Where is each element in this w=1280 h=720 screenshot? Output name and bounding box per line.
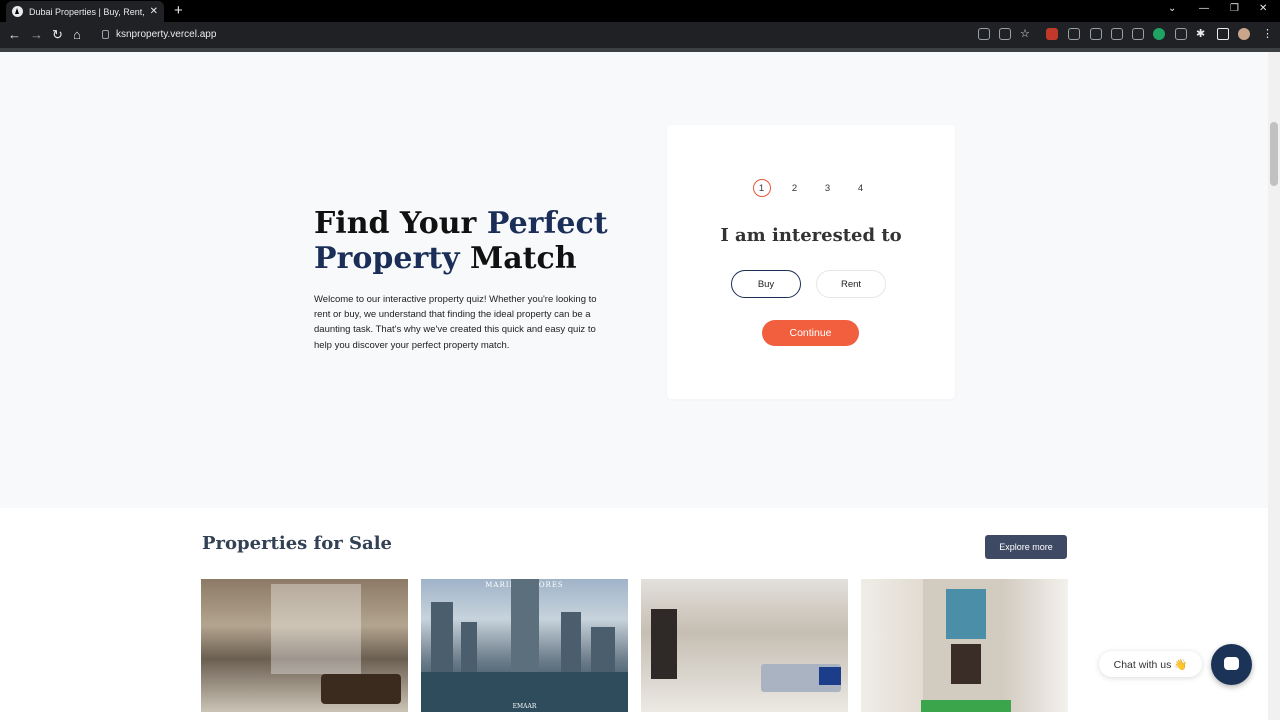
property-card-image[interactable] [201,579,408,712]
scrollbar-thumb[interactable] [1270,122,1278,186]
continue-button[interactable]: Continue [762,320,859,346]
browser-toolbar: ← → ↻ ⌂ ksnproperty.vercel.app ☆ ✱ ⋮ [0,22,1280,48]
sidebar-icon[interactable] [1217,28,1229,40]
grammarly-icon[interactable] [1153,28,1165,40]
site-favicon-icon [12,6,23,17]
quiz-step-2[interactable]: 2 [786,179,804,197]
window-shape [271,584,361,674]
bookmark-star-icon[interactable]: ☆ [1020,28,1032,40]
minimize-button[interactable]: — [1199,3,1209,14]
hero-section: Find Your Perfect Property Match Welcome … [0,52,1268,508]
restore-button[interactable]: ❐ [1230,3,1239,14]
glass-panel-shape [946,589,986,639]
quiz-step-4[interactable]: 4 [852,179,870,197]
buy-option-button[interactable]: Buy [731,270,801,298]
forward-icon[interactable]: → [30,27,43,43]
extension-icon[interactable] [1132,28,1144,40]
entry-door-shape [951,644,981,684]
property-card-image[interactable] [641,579,848,712]
home-icon[interactable]: ⌂ [73,27,81,43]
extension-icon[interactable] [1068,28,1080,40]
url-text: ksnproperty.vercel.app [116,29,217,40]
browser-tab[interactable]: Dubai Properties | Buy, Rent, and ✕ [6,1,164,22]
hero-title: Find Your Perfect Property Match [314,206,608,276]
grass-shape [921,700,1011,712]
explore-more-button[interactable]: Explore more [985,535,1067,559]
chat-with-us-label[interactable]: Chat with us 👋 [1099,651,1202,677]
share-icon[interactable] [999,28,1011,40]
tower-shape [461,622,477,672]
card-footer-text: EMAAR [512,703,537,710]
quiz-step-1[interactable]: 1 [752,179,771,197]
chat-launcher-button[interactable] [1211,644,1252,685]
hero-description: Welcome to our interactive property quiz… [314,294,597,351]
quiz-step-3[interactable]: 3 [819,179,837,197]
quiz-question: I am interested to [720,225,902,246]
translate-icon[interactable] [978,28,990,40]
tower-shape [431,602,453,672]
back-icon[interactable]: ← [8,27,21,43]
property-card-image[interactable] [861,579,1068,712]
extension-icon[interactable] [1111,28,1123,40]
tab-search-icon[interactable]: ⌄ [1168,3,1176,14]
quiz-steps: 1 2 3 4 [667,179,955,197]
profile-avatar[interactable] [1238,28,1250,40]
properties-for-sale-heading: Properties for Sale [202,533,393,554]
cushion-shape [819,667,841,685]
puzzle-icon[interactable]: ✱ [1196,28,1208,40]
extension-icon[interactable] [1090,28,1102,40]
reload-icon[interactable]: ↻ [52,27,63,43]
lock-icon [102,30,109,39]
new-tab-button[interactable]: + [174,2,183,19]
tab-close-icon[interactable]: ✕ [150,6,158,17]
property-card-image[interactable]: MARINA SHORES EMAAR [421,579,628,712]
page: Find Your Perfect Property Match Welcome … [0,52,1268,720]
menu-kebab-icon[interactable]: ⋮ [1262,28,1274,40]
door-shape [651,609,677,679]
tower-shape [591,627,615,672]
chat-bubble-icon [1224,657,1239,670]
browser-tab-bar: Dubai Properties | Buy, Rent, and ✕ + ⌄ … [0,0,1280,22]
tower-shape [561,612,581,672]
rent-option-button[interactable]: Rent [816,270,886,298]
page-scrollbar[interactable] [1268,52,1280,720]
extension-icon[interactable] [1175,28,1187,40]
property-quiz-card: 1 2 3 4 I am interested to Buy Rent Cont… [667,125,955,399]
furniture-shape [321,674,401,704]
tower-shape [511,579,539,672]
tab-title: Dubai Properties | Buy, Rent, and [29,6,146,17]
extension-icon[interactable] [1046,28,1058,40]
close-window-button[interactable]: ✕ [1259,3,1267,14]
